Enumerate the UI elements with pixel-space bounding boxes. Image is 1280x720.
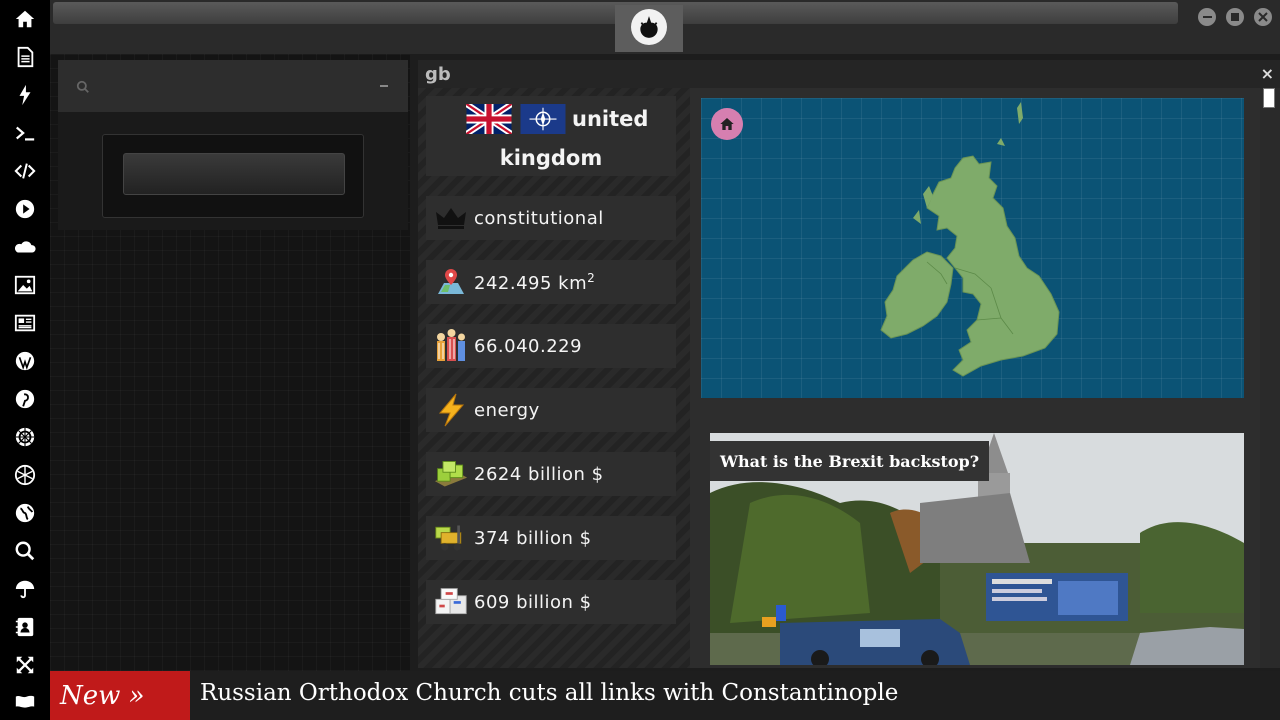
news-ticker: New » Russian Orthodox Church cuts all l…: [50, 671, 1280, 720]
content-column: What is the Brexit backstop?: [690, 88, 1280, 668]
gdp-card: 2624 billion $: [426, 452, 676, 496]
top-bar: [50, 0, 1280, 54]
country-window: gb × united kingdom constitutional 242.4…: [418, 60, 1280, 668]
population-text: 66.040.229: [474, 335, 583, 357]
rebel-alliance-icon: [631, 9, 667, 45]
contact-icon[interactable]: [10, 613, 40, 641]
gdp-text: 2624 billion $: [474, 463, 604, 485]
imports-card: 609 billion $: [426, 580, 676, 624]
globe-icon[interactable]: [10, 499, 40, 527]
ticker-new-label[interactable]: New »: [50, 671, 190, 720]
play-icon[interactable]: [10, 195, 40, 223]
left-panel: [50, 54, 410, 671]
widget-box: [102, 134, 364, 218]
window-scrollbar[interactable]: [1260, 88, 1280, 668]
expand-icon[interactable]: [10, 651, 40, 679]
forklift-icon: [434, 521, 468, 555]
government-text: constitutional: [474, 207, 604, 229]
settings-wheel-icon[interactable]: [10, 423, 40, 451]
energy-icon: [434, 393, 468, 427]
nato-flag-icon: [520, 104, 566, 134]
document-icon[interactable]: [10, 43, 40, 71]
maximize-button[interactable]: [1226, 8, 1244, 26]
country-name-line2: kingdom: [499, 146, 603, 170]
population-card: 66.040.229: [426, 324, 676, 368]
search-icon: [76, 80, 89, 93]
exports-card: 374 billion $: [426, 516, 676, 560]
code-icon[interactable]: [10, 157, 40, 185]
home-icon[interactable]: [10, 5, 40, 33]
info-column: united kingdom constitutional 242.495 km…: [418, 88, 690, 668]
uk-map-icon: [880, 102, 1060, 377]
flag-icon[interactable]: [10, 689, 40, 717]
globe-grid-icon[interactable]: [10, 461, 40, 489]
search-icon[interactable]: [10, 537, 40, 565]
panel-search-bar[interactable]: [58, 60, 408, 112]
umbrella-icon[interactable]: [10, 575, 40, 603]
logo-tab[interactable]: [615, 5, 683, 52]
government-card: constitutional: [426, 196, 676, 240]
pinterest-icon[interactable]: [10, 385, 40, 413]
exports-text: 374 billion $: [474, 527, 592, 549]
country-name-line1: united: [572, 107, 649, 131]
cloud-icon[interactable]: [10, 233, 40, 261]
map-pin-icon: [434, 265, 468, 299]
country-name-card: united kingdom: [426, 96, 676, 176]
icon-sidebar: [0, 0, 50, 720]
area-text: 242.495 km2: [474, 270, 596, 294]
image-icon[interactable]: [10, 271, 40, 299]
panel-widget-area: [58, 112, 408, 230]
area-card: 242.495 km2: [426, 260, 676, 304]
country-map[interactable]: [701, 98, 1244, 398]
collapse-icon[interactable]: [380, 85, 388, 87]
window-close-button[interactable]: ×: [1261, 64, 1274, 83]
scrollbar-thumb[interactable]: [1263, 88, 1275, 108]
uk-flag-icon: [466, 104, 512, 134]
minimize-button[interactable]: [1198, 8, 1216, 26]
cash-icon: [434, 457, 468, 491]
news-caption[interactable]: What is the Brexit backstop?: [710, 441, 990, 481]
terminal-icon[interactable]: [10, 119, 40, 147]
crown-icon: [434, 201, 468, 235]
packages-icon: [434, 585, 468, 619]
newspaper-icon[interactable]: [10, 309, 40, 337]
close-button[interactable]: [1254, 8, 1272, 26]
imports-text: 609 billion $: [474, 591, 592, 613]
energy-card: energy: [426, 388, 676, 432]
ticker-headline[interactable]: Russian Orthodox Church cuts all links w…: [200, 680, 898, 706]
energy-text: energy: [474, 399, 540, 421]
lightning-icon[interactable]: [10, 81, 40, 109]
window-title: gb: [425, 64, 451, 85]
population-icon: [434, 329, 468, 363]
news-image[interactable]: What is the Brexit backstop?: [710, 433, 1244, 665]
widget-input[interactable]: [123, 153, 345, 195]
wordpress-icon[interactable]: [10, 347, 40, 375]
